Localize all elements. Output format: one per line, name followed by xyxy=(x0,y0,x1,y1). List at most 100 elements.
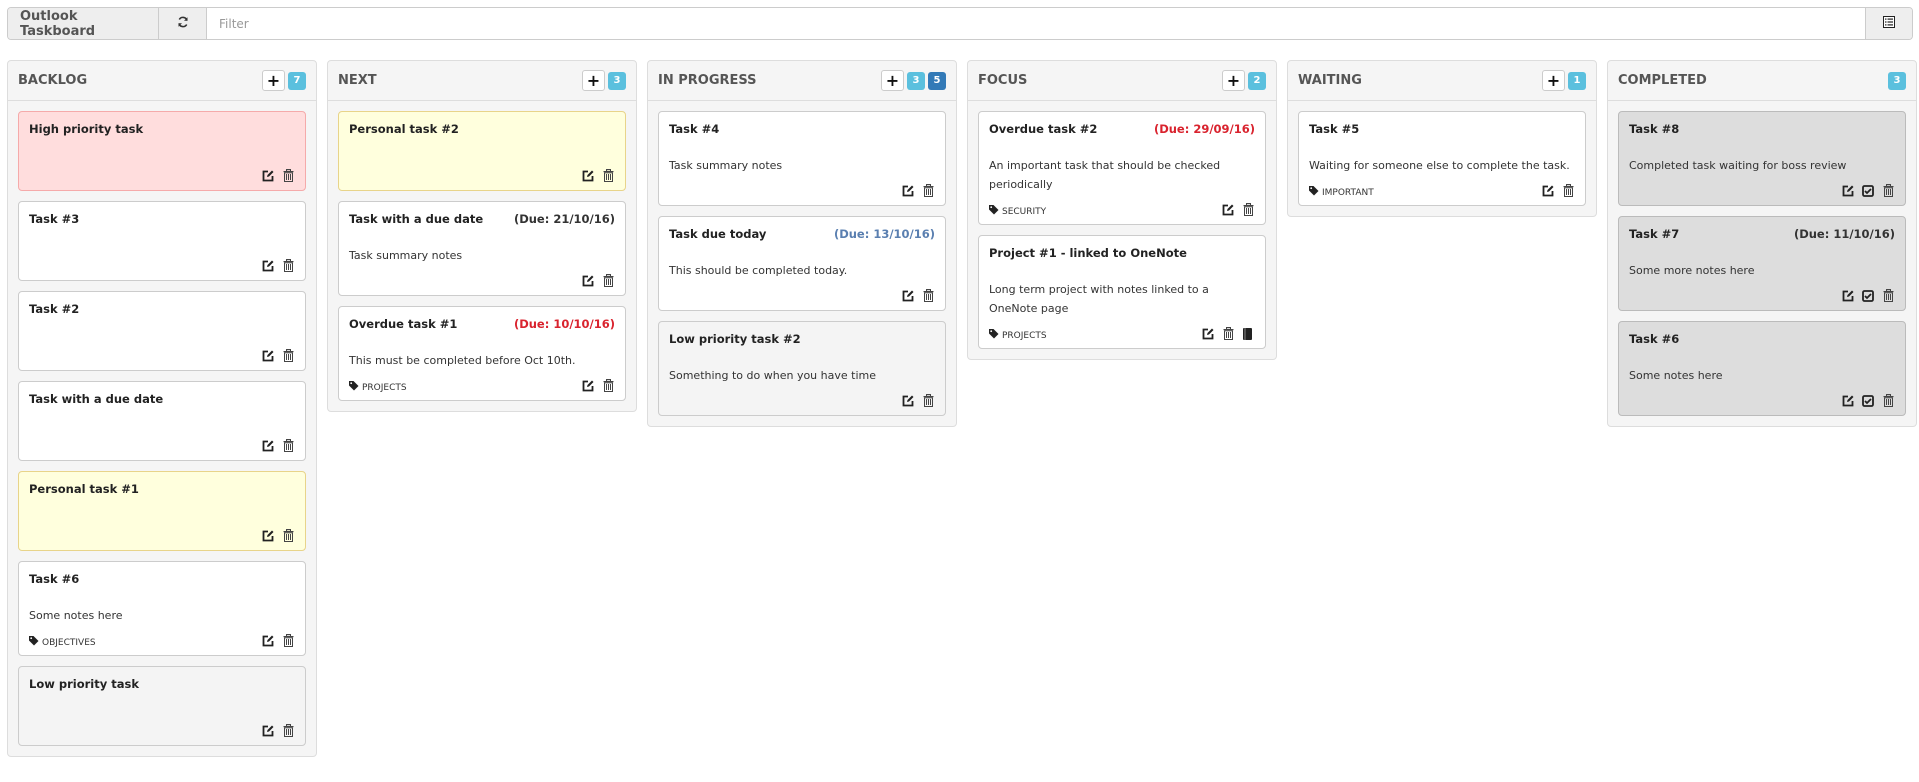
edit-icon xyxy=(1842,290,1854,305)
trash-icon xyxy=(1883,289,1894,305)
complete-button[interactable] xyxy=(1861,184,1875,199)
column-backlog: BACKLOG +7 High priority task Task #3 Ta… xyxy=(7,60,317,757)
check-icon xyxy=(1862,289,1874,305)
task-card[interactable]: Task #3 xyxy=(18,201,306,281)
category-label: IMPORTANT xyxy=(1322,187,1374,198)
task-card[interactable]: Low priority task xyxy=(18,666,306,746)
trash-icon xyxy=(923,394,934,410)
task-card[interactable]: Task #5 Waiting for someone else to comp… xyxy=(1298,111,1586,206)
count-badge: 2 xyxy=(1248,71,1266,90)
delete-button[interactable] xyxy=(1881,394,1895,409)
plus-icon: + xyxy=(1546,70,1561,90)
card-header: Task #8 xyxy=(1629,122,1895,136)
card-list: High priority task Task #3 Task #2 Task … xyxy=(8,101,316,746)
delete-button[interactable] xyxy=(1561,184,1575,199)
column-title: IN PROGRESS xyxy=(658,73,757,88)
task-title: Low priority task #2 xyxy=(669,332,801,346)
column-controls: +3 5 xyxy=(881,70,946,91)
delete-button[interactable] xyxy=(601,379,615,394)
edit-button[interactable] xyxy=(901,290,915,304)
delete-button[interactable] xyxy=(1881,289,1895,305)
edit-button[interactable] xyxy=(1201,328,1215,342)
edit-button[interactable] xyxy=(581,170,595,184)
task-card[interactable]: Personal task #1 xyxy=(18,471,306,551)
refresh-icon xyxy=(177,16,189,31)
menu-button[interactable] xyxy=(1865,8,1912,39)
edit-button[interactable] xyxy=(261,350,275,364)
complete-button[interactable] xyxy=(1861,394,1875,410)
task-card[interactable]: Task with a due date (Due: 21/10/16) Task… xyxy=(338,201,626,296)
edit-button[interactable] xyxy=(261,170,275,184)
task-card[interactable]: Task #6 Some notes here OBJECTIVES xyxy=(18,561,306,656)
delete-button[interactable] xyxy=(921,184,935,199)
delete-button[interactable] xyxy=(281,439,295,454)
card-footer xyxy=(1629,280,1895,304)
refresh-button[interactable] xyxy=(159,8,207,39)
trash-icon xyxy=(283,349,294,365)
edit-button[interactable] xyxy=(1541,185,1555,199)
edit-button[interactable] xyxy=(901,185,915,199)
delete-button[interactable] xyxy=(281,529,295,544)
add-task-button[interactable]: + xyxy=(582,70,605,91)
edit-button[interactable] xyxy=(1841,185,1855,199)
delete-button[interactable] xyxy=(281,724,295,739)
task-title: Task #8 xyxy=(1629,122,1680,136)
delete-button[interactable] xyxy=(281,349,295,365)
delete-button[interactable] xyxy=(1881,184,1895,199)
card-footer xyxy=(669,175,935,199)
task-card[interactable]: Overdue task #1 (Due: 10/10/16) This must… xyxy=(338,306,626,401)
delete-button[interactable] xyxy=(281,169,295,184)
delete-button[interactable] xyxy=(281,634,295,649)
task-card[interactable]: Task #7 (Due: 11/10/16) Some more notes h… xyxy=(1618,216,1906,311)
edit-button[interactable] xyxy=(261,440,275,454)
task-card[interactable]: High priority task xyxy=(18,111,306,191)
task-card[interactable]: Personal task #2 xyxy=(338,111,626,191)
task-card[interactable]: Task #8 Completed task waiting for boss … xyxy=(1618,111,1906,206)
delete-button[interactable] xyxy=(601,169,615,184)
task-title: Personal task #2 xyxy=(349,122,459,136)
open-onenote-button[interactable] xyxy=(1241,327,1255,342)
edit-button[interactable] xyxy=(261,260,275,274)
edit-button[interactable] xyxy=(1221,204,1235,218)
task-card[interactable]: Task with a due date xyxy=(18,381,306,461)
edit-button[interactable] xyxy=(1841,395,1855,409)
column-completed: COMPLETED 3 Task #8 Completed task waiti… xyxy=(1607,60,1917,427)
delete-button[interactable] xyxy=(1221,327,1235,343)
add-task-button[interactable]: + xyxy=(262,70,285,91)
edit-button[interactable] xyxy=(261,530,275,544)
task-card[interactable]: Task #6 Some notes here xyxy=(1618,321,1906,416)
card-header: Low priority task #2 xyxy=(669,332,935,346)
task-category: PROJECTS xyxy=(349,381,407,394)
card-footer: PROJECTS xyxy=(349,370,615,394)
card-header: Overdue task #2 (Due: 29/09/16) xyxy=(989,122,1255,136)
edit-button[interactable] xyxy=(581,275,595,289)
edit-button[interactable] xyxy=(261,635,275,649)
add-task-button[interactable]: + xyxy=(1542,70,1565,91)
task-card[interactable]: Task due today (Due: 13/10/16) This shoul… xyxy=(658,216,946,311)
card-header: Task #2 xyxy=(29,302,295,316)
edit-button[interactable] xyxy=(581,380,595,394)
delete-button[interactable] xyxy=(921,394,935,410)
delete-button[interactable] xyxy=(601,274,615,289)
task-card[interactable]: Overdue task #2 (Due: 29/09/16) An import… xyxy=(978,111,1266,225)
card-list: Task #4 Task summary notes Task due toda… xyxy=(648,101,956,416)
trash-icon xyxy=(1223,327,1234,343)
add-task-button[interactable]: + xyxy=(1222,70,1245,91)
filter-input[interactable] xyxy=(207,8,1865,39)
card-actions xyxy=(261,634,295,649)
delete-button[interactable] xyxy=(1241,203,1255,218)
task-card[interactable]: Low priority task #2 Something to do whe… xyxy=(658,321,946,416)
edit-button[interactable] xyxy=(1841,290,1855,304)
check-icon xyxy=(1862,394,1874,410)
delete-button[interactable] xyxy=(921,289,935,304)
edit-button[interactable] xyxy=(901,395,915,409)
complete-button[interactable] xyxy=(1861,289,1875,305)
task-card[interactable]: Task #4 Task summary notes xyxy=(658,111,946,206)
delete-button[interactable] xyxy=(281,259,295,274)
task-card[interactable]: Project #1 - linked to OneNote Long term… xyxy=(978,235,1266,349)
edit-button[interactable] xyxy=(261,725,275,739)
task-card[interactable]: Task #2 xyxy=(18,291,306,371)
card-footer xyxy=(29,250,295,274)
add-task-button[interactable]: + xyxy=(881,70,904,91)
column-header: WAITING +1 xyxy=(1288,61,1596,101)
